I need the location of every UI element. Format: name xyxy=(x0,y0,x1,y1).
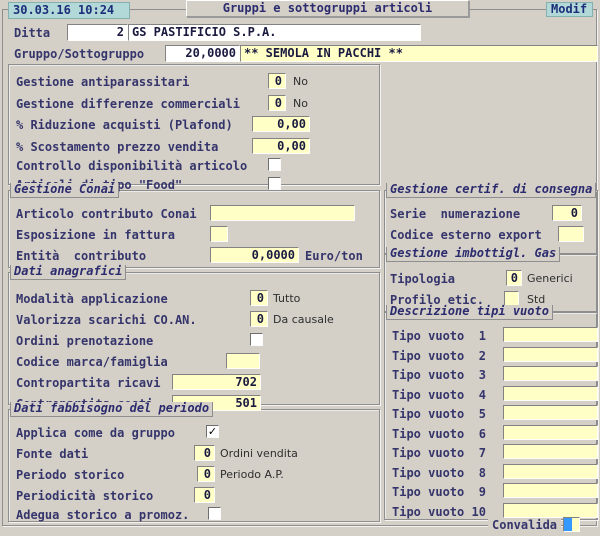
controllo-disponibilita-label: Controllo disponibilità articolo xyxy=(16,159,247,173)
gestione-antiparassitari-field[interactable]: 0 xyxy=(268,73,286,89)
ordini-prenotazione-checkbox[interactable] xyxy=(250,333,263,346)
tipo-vuoto-7-label: Tipo vuoto 7 xyxy=(392,446,486,460)
tipo-vuoto-2-field[interactable] xyxy=(503,347,598,362)
gruppo-code-field[interactable]: 20,0000 xyxy=(165,45,240,62)
periodo-storico-label: Periodo storico xyxy=(16,468,124,482)
tipologia-desc: Generici xyxy=(527,272,573,286)
periodicita-storico-label: Periodicità storico xyxy=(16,489,153,503)
tipologia-label: Tipologia xyxy=(390,272,455,286)
convalida-cursor-field[interactable] xyxy=(563,517,580,532)
gestione-differenze-desc: No xyxy=(293,97,308,111)
riduzione-acquisti-field[interactable]: 0,00 xyxy=(252,116,310,132)
tipo-vuoto-5-label: Tipo vuoto 5 xyxy=(392,407,486,421)
modalita-applicazione-field[interactable]: 0 xyxy=(250,290,268,306)
periodicita-storico-field[interactable]: 0 xyxy=(194,487,215,503)
tipo-vuoto-6-label: Tipo vuoto 6 xyxy=(392,427,486,441)
fonte-dati-desc: Ordini vendita xyxy=(220,447,298,461)
tipo-vuoto-9-field[interactable] xyxy=(503,483,598,498)
periodo-storico-field[interactable]: 0 xyxy=(197,466,215,482)
tipologia-field[interactable]: 0 xyxy=(506,270,522,286)
certificati-groupbox xyxy=(384,190,598,254)
window-title: Gruppi e sottogruppi articoli xyxy=(186,0,469,17)
conai-section-title: Gestione Conai xyxy=(10,183,119,198)
esposizione-fattura-field[interactable] xyxy=(210,226,228,242)
anagrafici-section-title: Dati anagrafici xyxy=(10,265,126,280)
tipo-vuoto-2-label: Tipo vuoto 2 xyxy=(392,349,486,363)
fonte-dati-label: Fonte dati xyxy=(16,447,88,461)
ditta-name-field[interactable]: GS PASTIFICIO S.P.A. xyxy=(128,24,421,41)
tipo-vuoto-1-field[interactable] xyxy=(503,327,598,342)
gestione-differenze-label: Gestione differenze commerciali xyxy=(16,97,240,111)
gestione-antiparassitari-label: Gestione antiparassitari xyxy=(16,75,189,89)
gruppo-desc-field[interactable]: ** SEMOLA IN PACCHI ** xyxy=(240,45,598,62)
ordini-prenotazione-label: Ordini prenotazione xyxy=(16,334,153,348)
applica-gruppo-label: Applica come da gruppo xyxy=(16,426,175,440)
tipo-vuoto-6-field[interactable] xyxy=(503,425,598,440)
entita-contributo-field[interactable]: 0,0000 xyxy=(210,247,299,263)
scostamento-prezzo-field[interactable]: 0,00 xyxy=(252,138,310,154)
controllo-disponibilita-checkbox[interactable] xyxy=(268,158,281,171)
mode-badge: Modif xyxy=(546,2,593,17)
periodo-storico-desc: Periodo A.P. xyxy=(220,468,284,482)
adegua-storico-checkbox[interactable] xyxy=(208,507,221,520)
convalida-label: Convalida xyxy=(488,518,561,532)
codice-esterno-field[interactable] xyxy=(558,226,584,242)
codice-marca-label: Codice marca/famiglia xyxy=(16,355,168,369)
tipo-vuoto-5-field[interactable] xyxy=(503,405,598,420)
tipo-vuoto-4-field[interactable] xyxy=(503,386,598,401)
applica-gruppo-checkbox[interactable] xyxy=(206,425,219,438)
serie-numerazione-label: Serie numerazione xyxy=(390,207,520,221)
datetime-box: 30.03.16 10:24 xyxy=(8,2,130,19)
articolo-conai-label: Articolo contributo Conai xyxy=(16,207,197,221)
articoli-food-checkbox[interactable] xyxy=(268,177,281,190)
contropartita-ricavi-label: Contropartita ricavi xyxy=(16,376,161,390)
serie-numerazione-field[interactable]: 0 xyxy=(552,205,582,221)
vuoto-section-title: Descrizione tipi vuoto xyxy=(386,305,553,320)
tipo-vuoto-9-label: Tipo vuoto 9 xyxy=(392,485,486,499)
scostamento-prezzo-label: % Scostamento prezzo vendita xyxy=(16,140,218,154)
articolo-conai-field[interactable] xyxy=(210,205,355,221)
ditta-label: Ditta xyxy=(14,26,50,40)
fonte-dati-field[interactable]: 0 xyxy=(194,445,215,461)
esposizione-fattura-label: Esposizione in fattura xyxy=(16,228,175,242)
codice-esterno-label: Codice esterno export xyxy=(390,228,542,242)
modalita-applicazione-label: Modalità applicazione xyxy=(16,292,168,306)
tipo-vuoto-3-label: Tipo vuoto 3 xyxy=(392,368,486,382)
tipo-vuoto-8-label: Tipo vuoto 8 xyxy=(392,466,486,480)
gruppo-label: Gruppo/Sottogruppo xyxy=(14,47,144,61)
codice-marca-field[interactable] xyxy=(226,353,260,369)
fabbisogno-section-title: Dati fabbisogno del periodo xyxy=(10,402,213,417)
contropartita-ricavi-field[interactable]: 702 xyxy=(172,374,261,390)
ditta-code-field[interactable]: 2 xyxy=(67,24,128,41)
tipo-vuoto-3-field[interactable] xyxy=(503,366,598,381)
gas-section-title: Gestione imbottigl. Gas xyxy=(386,247,560,262)
tipo-vuoto-1-label: Tipo vuoto 1 xyxy=(392,329,486,343)
entita-contributo-unit: Euro/ton xyxy=(305,249,363,263)
gestione-differenze-field[interactable]: 0 xyxy=(268,95,286,111)
tipo-vuoto-4-label: Tipo vuoto 4 xyxy=(392,388,486,402)
valorizza-scarichi-field[interactable]: 0 xyxy=(250,311,268,327)
entita-contributo-label: Entità contributo xyxy=(16,249,146,263)
valorizza-scarichi-label: Valorizza scarichi CO.AN. xyxy=(16,313,197,327)
modalita-applicazione-desc: Tutto xyxy=(273,292,300,306)
adegua-storico-label: Adegua storico a promoz. xyxy=(16,508,189,522)
tipo-vuoto-10-field[interactable] xyxy=(503,503,598,518)
certificati-section-title: Gestione certif. di consegna xyxy=(386,183,596,198)
valorizza-scarichi-desc: Da causale xyxy=(273,313,334,327)
tipo-vuoto-8-field[interactable] xyxy=(503,464,598,479)
tipo-vuoto-7-field[interactable] xyxy=(503,444,598,459)
gestione-antiparassitari-desc: No xyxy=(293,75,308,89)
tipo-vuoto-10-label: Tipo vuoto 10 xyxy=(392,505,486,519)
riduzione-acquisti-label: % Riduzione acquisti (Plafond) xyxy=(16,118,233,132)
